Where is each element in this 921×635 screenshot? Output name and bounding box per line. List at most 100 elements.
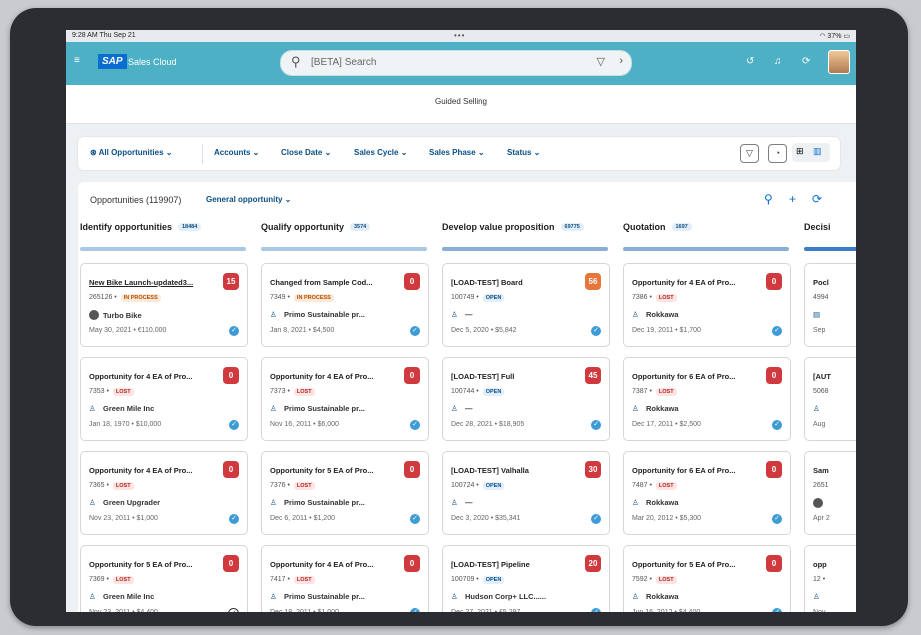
avatar[interactable] — [828, 50, 850, 74]
filter-accounts[interactable]: Accounts ⌄ — [214, 148, 259, 157]
status-badge: LOST — [112, 482, 134, 490]
check-icon: ✓ — [591, 326, 601, 336]
person-icon: ♙ — [632, 592, 639, 601]
card-id-row: 7373 • LOST — [270, 388, 315, 396]
card-title[interactable]: Opportunity for 6 EA of Pro... — [632, 466, 735, 475]
opportunity-card[interactable]: Opportunity for 5 EA of Pro... 0 7592 • LO… — [623, 545, 791, 612]
card-account: ♙ Primo Sustainable pr... — [270, 404, 365, 413]
card-date-amount: Dec 6, 2011 • $1,200 — [270, 515, 335, 522]
card-title[interactable]: Opportunity for 5 EA of Pro... — [89, 560, 192, 569]
card-title[interactable]: Sam — [813, 466, 829, 475]
opportunity-card[interactable]: Opportunity for 5 EA of Pro... 0 7376 • LO… — [261, 451, 429, 535]
card-title[interactable]: Opportunity for 4 EA of Pro... — [270, 560, 373, 569]
opportunity-card[interactable]: opp 12 • ♙ Nov — [804, 545, 856, 612]
card-id: 2651 — [813, 482, 829, 489]
opportunity-card[interactable]: [LOAD-TEST] Full 45 100744 • OPEN ♙ — Dec 28,… — [442, 357, 610, 441]
column-count: 18484 — [178, 223, 202, 231]
opportunity-card[interactable]: New Bike Launch-updated3... 15 265126 • IN… — [80, 263, 248, 347]
opportunity-card[interactable]: Opportunity for 6 EA of Pro... 0 7487 • LO… — [623, 451, 791, 535]
opportunity-card[interactable]: Pocl 4994 ▤ Sep — [804, 263, 856, 347]
multitask-dots[interactable]: ••• — [454, 31, 465, 40]
filter-icon[interactable]: ▽ — [740, 144, 759, 163]
card-account: ♙ — [813, 592, 827, 601]
person-icon: ♙ — [451, 592, 458, 601]
chevron-right-icon[interactable]: › — [619, 55, 623, 67]
column-title: Qualify opportunity — [261, 222, 344, 232]
card-title[interactable]: Opportunity for 4 EA of Pro... — [89, 466, 192, 475]
account-name: Rokkawa — [646, 404, 679, 413]
card-title[interactable]: opp — [813, 560, 827, 569]
card-title[interactable]: New Bike Launch-updated3... — [89, 278, 193, 287]
bell-icon[interactable]: ♫ — [774, 56, 782, 67]
opportunity-card[interactable]: Changed from Sample Cod... 0 7349 • IN PRO… — [261, 263, 429, 347]
card-title[interactable]: [LOAD-TEST] Board — [451, 278, 523, 287]
person-icon: ♙ — [89, 404, 96, 413]
search-field[interactable]: ⚲ [BETA] Search ▽ › — [280, 50, 632, 76]
card-title[interactable]: [LOAD-TEST] Valhalla — [451, 466, 529, 475]
opportunity-card[interactable]: Opportunity for 5 EA of Pro... 0 7369 • LO… — [80, 545, 248, 612]
column-header: Identify opportunities 18484 — [80, 222, 202, 232]
page-header: Guided Selling — [66, 85, 856, 124]
opportunity-card[interactable]: [AUT 5068 ♙ Aug — [804, 357, 856, 441]
card-account: Turbo Bike — [89, 310, 142, 320]
opportunity-card[interactable]: [LOAD-TEST] Board 56 100749 • OPEN ♙ — Dec 5,… — [442, 263, 610, 347]
opportunity-card[interactable]: [LOAD-TEST] Pipeline 20 100709 • OPEN ♙ Huds… — [442, 545, 610, 612]
opportunity-card[interactable]: Opportunity for 4 EA of Pro... 0 7353 • LO… — [80, 357, 248, 441]
card-title[interactable]: Opportunity for 4 EA of Pro... — [89, 372, 192, 381]
view-selector[interactable]: General opportunity ⌄ — [206, 195, 291, 204]
table-view-icon[interactable]: ⊞ — [796, 146, 804, 157]
card-id: 100749 — [451, 294, 475, 301]
card-title[interactable]: Changed from Sample Cod... — [270, 278, 373, 287]
person-icon: ♙ — [270, 404, 277, 413]
opportunity-card[interactable]: Opportunity for 4 EA of Pro... 0 7365 • LO… — [80, 451, 248, 535]
sap-logo[interactable]: SAP — [98, 54, 127, 69]
column-count: 1697 — [671, 223, 692, 231]
card-title[interactable]: [LOAD-TEST] Full — [451, 372, 514, 381]
person-icon: ♙ — [451, 310, 458, 319]
card-title[interactable]: Opportunity for 6 EA of Pro... — [632, 372, 735, 381]
filter-status[interactable]: Status ⌄ — [507, 148, 540, 157]
opportunity-card[interactable]: [LOAD-TEST] Valhalla 30 100724 • OPEN ♙ — Dec… — [442, 451, 610, 535]
history-icon[interactable]: ↺ — [746, 56, 754, 67]
filter-sales-cycle[interactable]: Sales Cycle ⌄ — [354, 148, 407, 157]
filter-close-date[interactable]: Close Date ⌄ — [281, 148, 331, 157]
refresh-icon[interactable]: ⟳ — [812, 192, 822, 206]
column-color-bar — [261, 247, 427, 251]
column-header: Decisi — [804, 222, 831, 232]
opportunity-card[interactable]: Opportunity for 4 EA of Pro... 0 7417 • LO… — [261, 545, 429, 612]
column-title: Develop value proposition — [442, 222, 555, 232]
opportunity-card[interactable]: Sam 2651 Apr 2 — [804, 451, 856, 535]
account-name: Hudson Corp+ LLC...... — [465, 592, 547, 601]
person-icon: ♙ — [89, 592, 96, 601]
card-title[interactable]: Opportunity for 4 EA of Pro... — [632, 278, 735, 287]
card-account: ♙ Hudson Corp+ LLC...... — [451, 592, 546, 601]
search-icon[interactable]: ⚲ — [291, 54, 301, 70]
refresh-icon[interactable]: ⟳ — [802, 56, 810, 67]
card-date-amount: Mar 20, 2012 • $5,300 — [632, 515, 701, 522]
add-icon[interactable]: + — [789, 192, 796, 206]
card-account — [813, 498, 827, 508]
card-title[interactable]: Opportunity for 4 EA of Pro... — [270, 372, 373, 381]
card-id: 12 • — [813, 576, 826, 583]
card-title[interactable]: [LOAD-TEST] Pipeline — [451, 560, 530, 569]
filter-sales-phase[interactable]: Sales Phase ⌄ — [429, 148, 485, 157]
opportunity-card[interactable]: Opportunity for 6 EA of Pro... 0 7387 • LO… — [623, 357, 791, 441]
card-date-amount: Dec 18, 2011 • $1,000 — [270, 609, 339, 612]
board-view-icon[interactable]: ▥ — [813, 146, 822, 157]
card-title[interactable]: Pocl — [813, 278, 829, 287]
card-title[interactable]: Opportunity for 5 EA of Pro... — [632, 560, 735, 569]
status-badge: LOST — [655, 482, 677, 490]
column-color-bar — [442, 247, 608, 251]
search-icon[interactable]: ⚲ — [764, 192, 773, 206]
chart-icon[interactable]: ◔ — [768, 144, 787, 163]
opportunity-card[interactable]: Opportunity for 4 EA of Pro... 0 7373 • LO… — [261, 357, 429, 441]
all-opportunities-filter[interactable]: ⊛ All Opportunities ⌄ — [90, 148, 172, 157]
status-time: 9:28 AM Thu Sep 21 — [72, 32, 136, 39]
opportunity-card[interactable]: Opportunity for 4 EA of Pro... 0 7386 • LO… — [623, 263, 791, 347]
card-title[interactable]: Opportunity for 5 EA of Pro... — [270, 466, 373, 475]
hamburger-icon[interactable]: ≡ — [74, 55, 80, 66]
card-title[interactable]: [AUT — [813, 372, 831, 381]
check-icon: ✓ — [591, 420, 601, 430]
battery-label: 37% — [827, 33, 842, 40]
filter-icon[interactable]: ▽ — [597, 55, 605, 68]
